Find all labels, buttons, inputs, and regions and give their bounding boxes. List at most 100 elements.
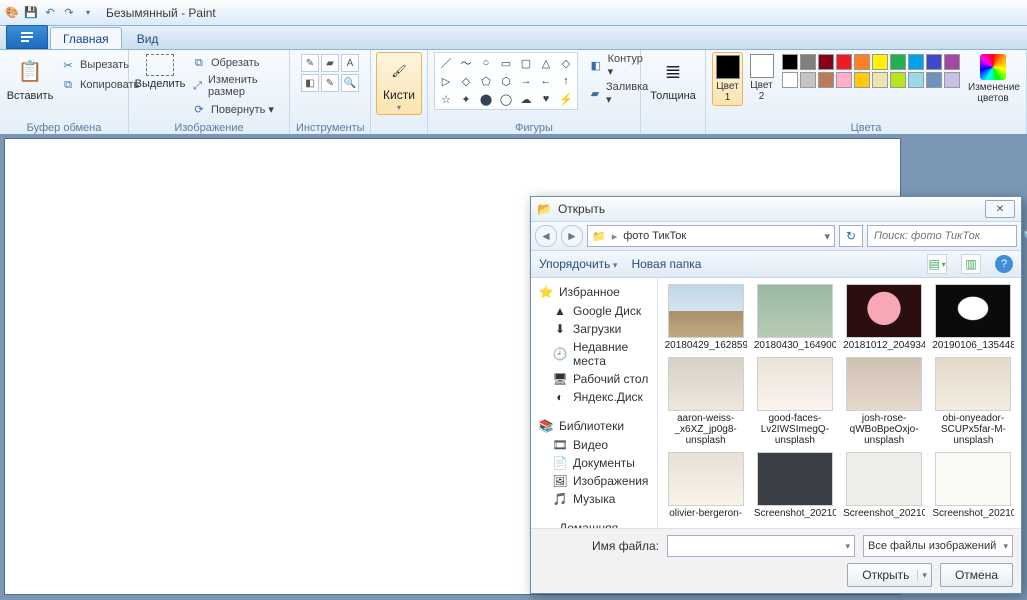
file-pane[interactable]: 20180429_16285920180430_16490020181012_2… <box>658 278 1021 528</box>
organize-button[interactable]: Упорядочить <box>539 257 617 271</box>
select-button[interactable]: Выделить <box>135 52 185 92</box>
open-button[interactable]: Открыть ▾ <box>847 563 932 587</box>
nav-video-label: Видео <box>573 438 608 452</box>
tab-view[interactable]: Вид <box>124 27 172 49</box>
palette-swatch[interactable] <box>818 72 834 88</box>
color2-button[interactable]: Цвет 2 <box>747 52 776 104</box>
tools-grid: ✎ ▰ A ◧ ✎ 🔍 <box>301 52 359 92</box>
new-folder-button[interactable]: Новая папка <box>631 257 701 271</box>
search-input[interactable] <box>872 229 1019 243</box>
preview-pane-button[interactable]: ▥ <box>961 254 981 274</box>
file-menu-button[interactable] <box>6 25 48 49</box>
close-button[interactable]: ✕ <box>985 200 1015 218</box>
color-wheel-icon <box>980 54 1006 80</box>
crop-button[interactable]: ⧉Обрезать <box>189 54 283 72</box>
window-title: Безымянный - Paint <box>106 6 216 20</box>
address-bar[interactable]: 📁 ▸ фото ТикТок ▾ <box>587 225 835 247</box>
pencil-tool[interactable]: ✎ <box>301 54 319 72</box>
color-palette[interactable] <box>780 52 962 90</box>
chevron-down-icon[interactable]: ▾ <box>845 541 850 552</box>
filename-label: Имя файла: <box>539 539 659 553</box>
nav-homegroup[interactable]: 👥Домашняя группа <box>531 518 657 528</box>
nav-music[interactable]: 🎵Музыка <box>531 490 657 508</box>
nav-favorites[interactable]: ⭐Избранное <box>531 282 657 302</box>
size-button[interactable]: ≣ Толщина <box>647 52 699 104</box>
file-thumb[interactable]: 20180430_164900 <box>753 284 836 351</box>
paste-button[interactable]: 📋 Вставить <box>6 52 54 104</box>
picker-tool[interactable]: ✎ <box>321 74 339 92</box>
nav-video[interactable]: 🎞Видео <box>531 436 657 454</box>
nav-libraries[interactable]: 📚Библиотеки <box>531 416 657 436</box>
palette-swatch[interactable] <box>872 54 888 70</box>
nav-pictures[interactable]: 🖼Изображения <box>531 472 657 490</box>
nav-docs[interactable]: 📄Документы <box>531 454 657 472</box>
palette-swatch[interactable] <box>782 72 798 88</box>
file-thumb[interactable]: good-faces-Lv2IWSImegQ-unsplash <box>753 357 836 446</box>
search-field[interactable]: 🔍 <box>867 225 1017 247</box>
palette-swatch[interactable] <box>782 54 798 70</box>
palette-swatch[interactable] <box>800 72 816 88</box>
navigation-pane[interactable]: ⭐Избранное ▲Google Диск ⬇Загрузки 🕘Недав… <box>531 278 658 528</box>
nav-downloads[interactable]: ⬇Загрузки <box>531 320 657 338</box>
palette-swatch[interactable] <box>890 72 906 88</box>
palette-swatch[interactable] <box>818 54 834 70</box>
cancel-button[interactable]: Отмена <box>940 563 1013 587</box>
zoom-tool[interactable]: 🔍 <box>341 74 359 92</box>
rotate-button[interactable]: ⟳Повернуть ▾ <box>189 100 283 118</box>
file-thumb[interactable]: olivier-bergeron- <box>664 452 747 519</box>
thumbnail-caption: Screenshot_20210 <box>843 508 925 519</box>
palette-swatch[interactable] <box>926 72 942 88</box>
palette-swatch[interactable] <box>944 54 960 70</box>
brushes-button[interactable]: 🖌 Кисти ▾ <box>376 52 422 115</box>
thumbnail-caption: Screenshot_20210 <box>932 508 1014 519</box>
fill-tool[interactable]: ▰ <box>321 54 339 72</box>
palette-swatch[interactable] <box>854 72 870 88</box>
filename-input[interactable]: ▾ <box>667 535 855 557</box>
palette-swatch[interactable] <box>890 54 906 70</box>
refresh-button[interactable]: ↻ <box>839 225 863 247</box>
text-tool[interactable]: A <box>341 54 359 72</box>
palette-swatch[interactable] <box>872 72 888 88</box>
thumbnail-image <box>935 452 1011 506</box>
save-icon[interactable]: 💾 <box>23 5 39 21</box>
file-thumb[interactable]: Screenshot_20210 <box>843 452 926 519</box>
palette-swatch[interactable] <box>836 54 852 70</box>
chevron-down-icon[interactable]: ▾ <box>1003 541 1008 552</box>
palette-swatch[interactable] <box>836 72 852 88</box>
filter-combo[interactable]: Все файлы изображений▾ <box>863 535 1013 557</box>
tab-main[interactable]: Главная <box>50 27 122 49</box>
palette-swatch[interactable] <box>944 72 960 88</box>
open-label: Открыть <box>862 568 909 582</box>
back-button[interactable]: ◄ <box>535 225 557 247</box>
nav-recent[interactable]: 🕘Недавние места <box>531 338 657 370</box>
nav-ydisk[interactable]: ◐Яндекс.Диск <box>531 388 657 406</box>
view-button[interactable]: ▤▾ <box>927 254 947 274</box>
palette-swatch[interactable] <box>908 54 924 70</box>
resize-button[interactable]: ⤢Изменить размер <box>189 73 283 99</box>
file-thumb[interactable]: 20190106_135448 <box>932 284 1015 351</box>
eraser-tool[interactable]: ◧ <box>301 74 319 92</box>
shapes-gallery[interactable]: ／〜○▭▢△◇ ▷◇⬠⬡→←↑ ☆✦⬤◯☁♥⚡ <box>434 52 578 110</box>
file-thumb[interactable]: 20180429_162859 <box>664 284 747 351</box>
redo-icon[interactable]: ↷ <box>61 5 77 21</box>
file-thumb[interactable]: Screenshot_20210 <box>753 452 836 519</box>
chevron-down-icon[interactable]: ▾ <box>824 230 830 243</box>
palette-swatch[interactable] <box>854 54 870 70</box>
palette-swatch[interactable] <box>908 72 924 88</box>
file-thumb[interactable]: Screenshot_20210 <box>932 452 1015 519</box>
edit-colors-button[interactable]: Изменение цветов <box>966 52 1020 106</box>
palette-swatch[interactable] <box>800 54 816 70</box>
file-thumb[interactable]: josh-rose-qWBoBpeOxjo-unsplash <box>843 357 926 446</box>
help-button[interactable]: ? <box>995 255 1013 273</box>
color1-button[interactable]: Цвет 1 <box>712 52 743 106</box>
chevron-down-icon[interactable]: ▾ <box>917 570 927 581</box>
palette-swatch[interactable] <box>926 54 942 70</box>
nav-desktop[interactable]: 🖥Рабочий стол <box>531 370 657 388</box>
file-thumb[interactable]: obi-onyeador-SCUPx5far-M-unsplash <box>932 357 1015 446</box>
forward-button[interactable]: ► <box>561 225 583 247</box>
qat-dropdown-icon[interactable]: ▾ <box>80 5 96 21</box>
file-thumb[interactable]: aaron-weiss-_x6XZ_jp0g8-unsplash <box>664 357 747 446</box>
undo-icon[interactable]: ↶ <box>42 5 58 21</box>
nav-gdrive[interactable]: ▲Google Диск <box>531 302 657 320</box>
file-thumb[interactable]: 20181012_204934 <box>843 284 926 351</box>
